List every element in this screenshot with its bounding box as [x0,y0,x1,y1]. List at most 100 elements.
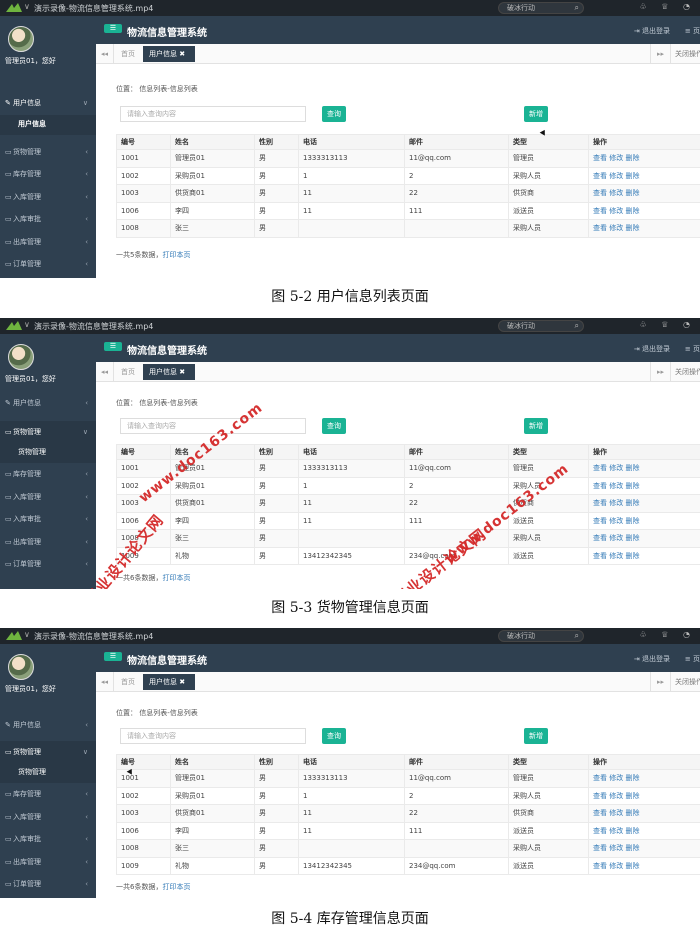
scroll-right-button[interactable]: ▸▸ [650,362,670,382]
column-header[interactable]: 邮件 [404,444,509,460]
scroll-left-button[interactable]: ◂◂ [96,672,114,692]
column-header[interactable]: 电话 [298,134,405,150]
column-header[interactable]: 姓名 [170,134,255,150]
column-header[interactable]: 类型 [508,134,589,150]
column-header[interactable]: 姓名 [170,754,255,770]
tab-home[interactable]: 首页 [114,672,142,692]
logout-link[interactable]: ⇥ 退出登录 [634,26,670,36]
chevron-down-icon[interactable]: ∨ [24,320,30,329]
column-header[interactable]: 性别 [254,754,299,770]
tab-user-info[interactable]: 用户信息 ✖ [143,46,195,62]
row-actions[interactable]: 查看 修改 删除 [588,201,700,220]
scroll-left-button[interactable]: ◂◂ [96,362,114,382]
column-header[interactable]: 类型 [508,444,589,460]
column-header[interactable]: 邮件 [404,134,509,150]
sidebar-item-orders[interactable]: ▭订单管理 ‹ [0,553,96,576]
row-actions[interactable]: 查看 修改 删除 [588,769,700,788]
row-actions[interactable]: 查看 修改 删除 [588,804,700,823]
close-ops-button[interactable]: 关闭操作 [670,362,700,382]
row-actions[interactable]: 查看 修改 删除 [588,546,700,565]
query-button[interactable]: 查询 [322,106,346,122]
row-actions[interactable]: 查看 修改 删除 [588,149,700,168]
sidebar-item-user-info[interactable]: ✎ 用户信息 ‹ [0,392,96,415]
logout-link[interactable]: ⇥ 退出登录 [634,344,670,354]
column-header[interactable]: 电话 [298,754,405,770]
sidebar-item-orders[interactable]: ▭订单管理 ‹ [0,253,96,276]
chevron-down-icon[interactable]: ∨ [24,2,30,11]
sidebar-item-inbound[interactable]: ▭入库管理 ‹ [0,186,96,209]
sidebar-subitem-user-info[interactable]: 用户信息 [0,114,96,135]
query-button[interactable]: 查询 [322,418,346,434]
add-button[interactable]: 新增 [524,728,548,744]
chevron-down-icon[interactable]: ∨ [24,630,30,639]
row-actions[interactable]: 查看 修改 删除 [588,786,700,805]
add-button[interactable]: 新增 [524,106,548,122]
column-header[interactable]: 操作 [588,754,700,770]
page-link[interactable]: ≡ 页 [685,26,700,36]
page-link[interactable]: ≡ 页 [685,344,700,354]
scroll-left-button[interactable]: ◂◂ [96,44,114,64]
sidebar-item-outbound[interactable]: ▭出库管理 ‹ [0,851,96,874]
sidebar-item-stock[interactable]: ▭库存管理 ‹ [0,463,96,486]
close-icon[interactable]: ✖ [179,50,185,58]
tab-home[interactable]: 首页 [114,44,142,64]
scroll-right-button[interactable]: ▸▸ [650,44,670,64]
menu-toggle-button[interactable]: ☰ [104,24,122,33]
sidebar-item-goods[interactable]: ▭货物管理 ∨ [0,420,96,443]
sidebar-item-stock[interactable]: ▭库存管理 ‹ [0,783,96,806]
logout-link[interactable]: ⇥ 退出登录 [634,654,670,664]
tab-home[interactable]: 首页 [114,362,142,382]
print-link[interactable]: 打印本页 [162,251,190,259]
row-actions[interactable]: 查看 修改 删除 [588,821,700,840]
search-icon[interactable]: ⌕ [575,3,579,13]
tab-user-info[interactable]: 用户信息 ✖ [143,674,195,690]
sidebar-item-stock[interactable]: ▭库存管理 ‹ [0,163,96,186]
column-header[interactable]: 类型 [508,754,589,770]
menu-toggle-button[interactable]: ☰ [104,342,122,351]
tab-user-info[interactable]: 用户信息 ✖ [143,364,195,380]
row-actions[interactable]: 查看 修改 删除 [588,459,700,478]
row-actions[interactable]: 查看 修改 删除 [588,184,700,203]
sidebar-item-goods[interactable]: ▭货物管理 ∨ [0,740,96,763]
close-ops-button[interactable]: 关闭操作 [670,44,700,64]
close-icon[interactable]: ✖ [179,678,185,686]
scroll-right-button[interactable]: ▸▸ [650,672,670,692]
column-header[interactable]: 邮件 [404,754,509,770]
column-header[interactable]: 操作 [588,444,700,460]
search-box[interactable]: 破冰行动 ⌕ [498,2,584,14]
sidebar-item-inbound-audit[interactable]: ▭入库审批 ‹ [0,208,96,231]
sidebar-item-inbound-audit[interactable]: ▭入库审批 ‹ [0,828,96,851]
sidebar-item-orders[interactable]: ▭订单管理 ‹ [0,873,96,896]
sidebar-item-inbound[interactable]: ▭入库管理 ‹ [0,486,96,509]
sidebar-item-user-info[interactable]: ✎ 用户信息 ∨ [0,92,96,115]
window-controls[interactable]: ♧ ♕ ◔ [640,630,696,639]
row-actions[interactable]: 查看 修改 删除 [588,529,700,548]
page-link[interactable]: ≡ 页 [685,654,700,664]
row-actions[interactable]: 查看 修改 删除 [588,511,700,530]
sidebar-item-inbound[interactable]: ▭入库管理 ‹ [0,806,96,829]
sidebar-item-inbound-audit[interactable]: ▭入库审批 ‹ [0,508,96,531]
column-header[interactable]: 编号 [116,444,171,460]
add-button[interactable]: 新增 [524,418,548,434]
row-actions[interactable]: 查看 修改 删除 [588,856,700,875]
row-actions[interactable]: 查看 修改 删除 [588,494,700,513]
query-button[interactable]: 查询 [322,728,346,744]
column-header[interactable]: 编号 [116,754,171,770]
column-header[interactable]: 操作 [588,134,700,150]
close-ops-button[interactable]: 关闭操作 [670,672,700,692]
column-header[interactable]: 电话 [298,444,405,460]
search-input[interactable]: 请输入查询内容 [120,728,306,744]
window-controls[interactable]: ♧ ♕ ◔ [640,2,696,11]
row-actions[interactable]: 查看 修改 删除 [588,476,700,495]
search-icon[interactable]: ⌕ [575,321,579,331]
column-header[interactable]: 性别 [254,134,299,150]
search-box[interactable]: 破冰行动 ⌕ [498,630,584,642]
sidebar-item-outbound[interactable]: ▭出库管理 ‹ [0,531,96,554]
column-header[interactable]: 编号 [116,134,171,150]
row-actions[interactable]: 查看 修改 删除 [588,219,700,238]
window-controls[interactable]: ♧ ♕ ◔ [640,320,696,329]
print-link[interactable]: 打印本页 [162,883,190,891]
row-actions[interactable]: 查看 修改 删除 [588,166,700,185]
sidebar-subitem-goods[interactable]: 货物管理 [0,443,96,463]
column-header[interactable]: 性别 [254,444,299,460]
